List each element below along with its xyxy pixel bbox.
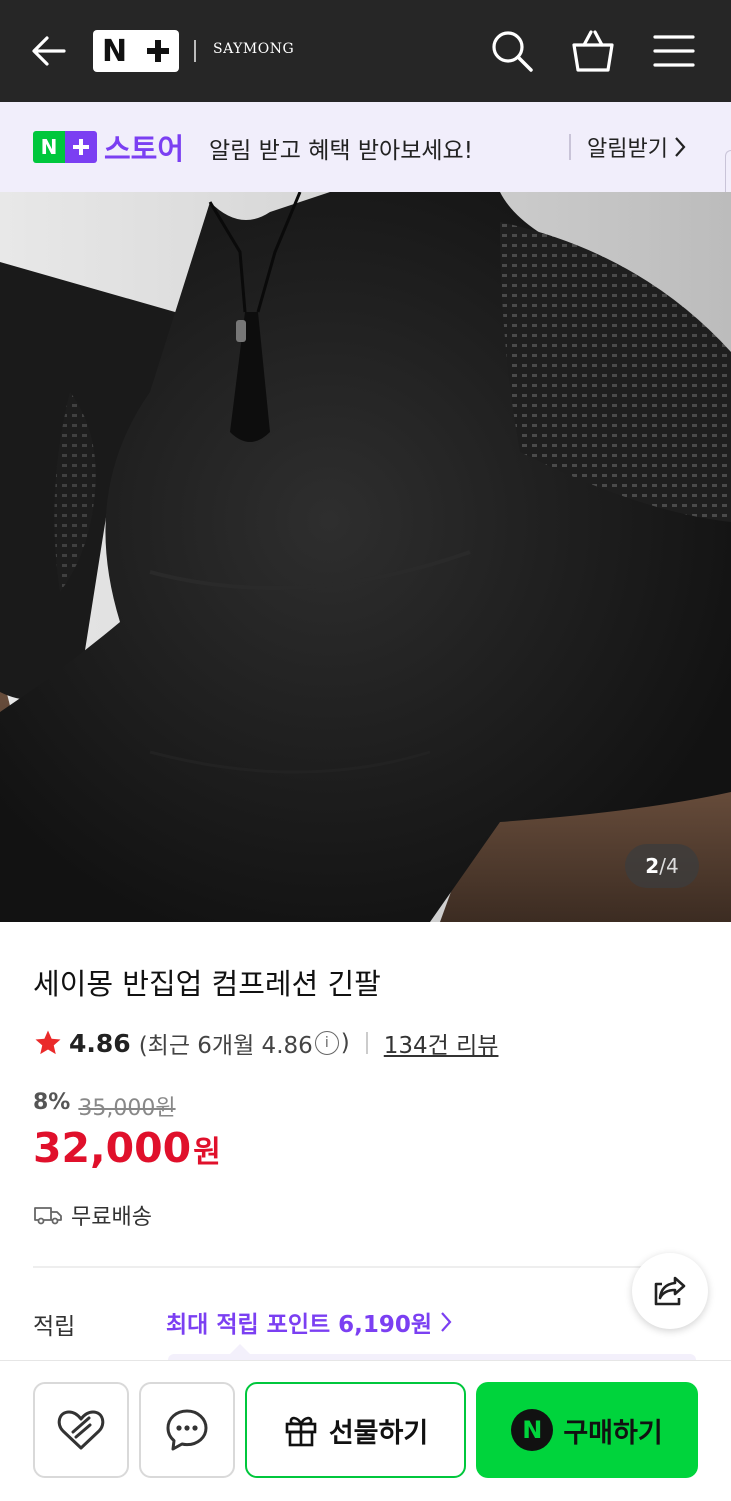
product-photo-shirt (0, 192, 731, 922)
logo-n-letter: N (101, 33, 128, 69)
gift-icon (285, 1416, 317, 1447)
wishlist-button[interactable] (33, 1382, 129, 1478)
notice-message: 알림 받고 혜택 받아보세요! (209, 138, 473, 164)
notify-subscribe-button[interactable]: 알림받기 (587, 131, 686, 163)
shipping-info: 무료배송 (33, 1199, 152, 1231)
pager-total: 4 (665, 854, 679, 878)
naver-plus-store-badge: N (33, 131, 97, 163)
max-points-text: 최대 적립 포인트 6,190원 (166, 1312, 433, 1338)
review-count-link[interactable]: 134건 리뷰 (384, 1026, 499, 1060)
image-pager: 2/4 (625, 844, 699, 888)
talk-chat-button[interactable] (139, 1382, 235, 1478)
store-name[interactable]: SAYMONG (213, 41, 294, 57)
back-arrow-icon (32, 36, 66, 66)
naver-pay-icon: N (511, 1409, 554, 1451)
recent-rating-text: (최근 6개월 4.86 (138, 1033, 313, 1059)
original-price: 35,000원 (78, 1096, 176, 1121)
chevron-right-icon (441, 1312, 452, 1332)
plus-icon (136, 30, 179, 72)
logo-divider (194, 40, 196, 62)
search-button[interactable] (489, 28, 535, 74)
notice-divider (569, 134, 571, 160)
points-tooltip-pointer (228, 1344, 252, 1356)
rating-score: 4.86 (69, 1028, 131, 1058)
cart-button[interactable] (569, 28, 617, 74)
naver-plus-logo[interactable]: N (93, 30, 179, 72)
sale-price: 32,000 원 (33, 1124, 221, 1172)
hamburger-menu-icon (653, 35, 695, 67)
recent-rating-close: ) (340, 1030, 350, 1056)
rating-divider (365, 1032, 368, 1054)
product-title: 세이몽 반집업 컴프레션 긴팔 (33, 967, 381, 1001)
points-label: 적립 (33, 1314, 76, 1340)
section-divider (33, 1266, 698, 1268)
info-icon[interactable]: i (314, 1031, 339, 1055)
shopping-bag-icon (572, 30, 614, 72)
star-icon (35, 1030, 61, 1055)
chevron-right-icon (675, 137, 686, 157)
buy-button[interactable]: N 구매하기 (476, 1382, 698, 1478)
sale-price-amount: 32,000 (33, 1124, 192, 1172)
gift-button[interactable]: 선물하기 (245, 1382, 466, 1478)
notify-label: 알림받기 (587, 137, 668, 162)
discount-row: 8% 35,000원 (33, 1090, 176, 1122)
pager-slash: / (659, 854, 666, 878)
gift-label: 선물하기 (328, 1417, 429, 1449)
recent-rating: (최근 6개월 4.86 i ) (139, 1026, 350, 1060)
badge-n-letter: N (33, 131, 65, 163)
rating-row: 4.86 (최근 6개월 4.86 i ) 134건 리뷰 (33, 1025, 498, 1061)
menu-button[interactable] (652, 32, 696, 70)
heart-icon (57, 1410, 105, 1450)
sale-price-currency: 원 (193, 1135, 221, 1170)
chat-bubble-icon (166, 1409, 208, 1451)
product-image[interactable] (0, 192, 731, 922)
search-icon (492, 31, 533, 72)
buy-label: 구매하기 (563, 1417, 663, 1449)
delivery-truck-icon (34, 1207, 62, 1225)
back-button[interactable] (28, 30, 70, 72)
max-points-link[interactable]: 최대 적립 포인트 6,190원 (166, 1305, 452, 1339)
share-icon (654, 1276, 686, 1306)
store-word: 스토어 (104, 132, 185, 166)
shipping-label: 무료배송 (71, 1205, 152, 1230)
discount-percent: 8% (33, 1090, 71, 1115)
badge-plus-icon (65, 131, 97, 163)
pager-current: 2 (645, 854, 660, 878)
share-button[interactable] (632, 1253, 708, 1329)
